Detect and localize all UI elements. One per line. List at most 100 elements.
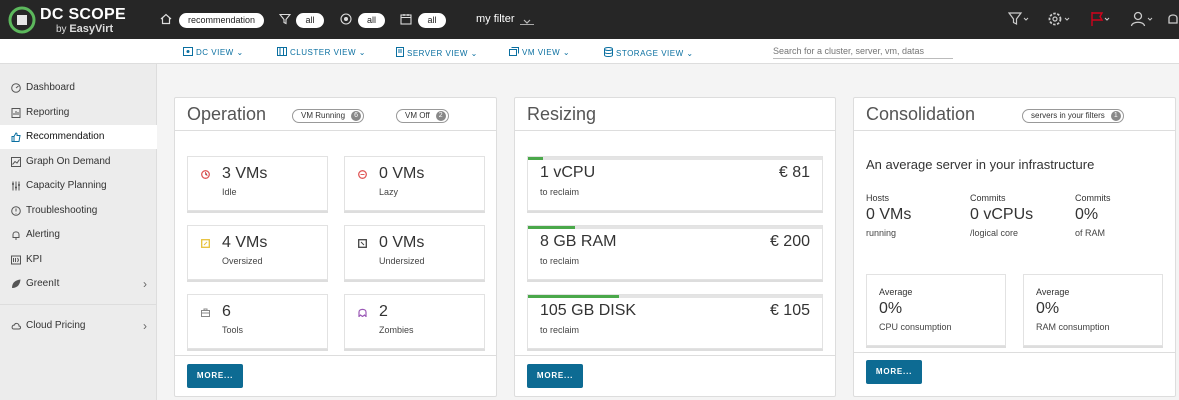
chevron-down-icon: ⌄ bbox=[470, 49, 478, 58]
reporting-icon bbox=[11, 108, 21, 118]
card-footer-divider bbox=[854, 352, 1175, 353]
home-icon[interactable] bbox=[160, 13, 172, 25]
sidebar-item-recommendation[interactable]: Recommendation bbox=[0, 125, 157, 149]
bell-icon[interactable] bbox=[1166, 11, 1179, 27]
progress-track bbox=[528, 226, 822, 229]
filter-pill-1[interactable]: all bbox=[296, 13, 324, 28]
avg-label: Average bbox=[879, 287, 913, 297]
chevron-down-icon: ⌄ bbox=[358, 48, 366, 57]
progress-track bbox=[528, 295, 822, 298]
sidebar-item-graph-on-demand[interactable]: Graph On Demand bbox=[0, 150, 157, 174]
toolbox-icon bbox=[201, 308, 210, 317]
vcpu-commits-sub: /logical core bbox=[970, 228, 1019, 238]
oversized-vms-tile[interactable]: 4 VMs Oversized bbox=[187, 225, 328, 280]
reclaim-value: 105 GB DISK bbox=[540, 302, 637, 319]
sidebar-item-label: GreenIt bbox=[26, 278, 60, 289]
lazy-vms-tile[interactable]: 0 VMs Lazy bbox=[344, 156, 485, 211]
filter-pill-3[interactable]: all bbox=[418, 13, 446, 28]
nav-storage-view[interactable]: STORAGE VIEW ⌄ bbox=[604, 47, 694, 58]
sidebar-item-alerting[interactable]: Alerting bbox=[0, 223, 157, 247]
nav-server-view[interactable]: SERVER VIEW ⌄ bbox=[396, 47, 478, 58]
avg-label: Average bbox=[1036, 287, 1070, 297]
vm-off-badge[interactable]: VM Off 2 bbox=[396, 109, 449, 123]
vcpu-commits-value: 0 vCPUs bbox=[970, 206, 1034, 223]
undersized-vms-tile[interactable]: 0 VMs Undersized bbox=[344, 225, 485, 280]
sidebar-item-label: Troubleshooting bbox=[26, 205, 98, 216]
resizing-more-button[interactable]: MORE... bbox=[527, 364, 583, 388]
nav-dc-view[interactable]: DC VIEW ⌄ bbox=[183, 47, 244, 57]
reclaim-price: € 81 bbox=[778, 164, 810, 181]
avg-ram-tile: Average 0% RAM consumption bbox=[1023, 274, 1163, 346]
calendar-icon[interactable] bbox=[400, 13, 412, 25]
leaf-icon bbox=[12, 279, 21, 288]
filter-pill-2[interactable]: all bbox=[358, 13, 385, 28]
tile-label: Oversized bbox=[222, 256, 263, 266]
secondary-nav: DC VIEW ⌄ CLUSTER VIEW ⌄ SERVER VIEW ⌄ V… bbox=[0, 39, 1179, 64]
sidebar-item-cloud-pricing[interactable]: Cloud Pricing › bbox=[0, 314, 157, 338]
nav-vm-view[interactable]: VM VIEW ⌄ bbox=[509, 47, 570, 57]
logo[interactable]: DC SCOPE by EasyVirt bbox=[8, 4, 148, 36]
zombies-tile[interactable]: 2 Zombies bbox=[344, 294, 485, 349]
ram-reclaim-tile[interactable]: 8 GB RAM € 200 to reclaim bbox=[527, 225, 823, 280]
operation-more-button[interactable]: MORE... bbox=[187, 364, 243, 388]
sidebar-item-label: Capacity Planning bbox=[26, 180, 107, 191]
my-filter-dropdown[interactable] bbox=[520, 13, 534, 25]
hosts-sub: running bbox=[866, 228, 897, 238]
user-icon[interactable] bbox=[1130, 11, 1156, 27]
flag-icon[interactable] bbox=[1089, 11, 1113, 27]
avg-cpu-tile: Average 0% CPU consumption bbox=[866, 274, 1006, 346]
card-divider bbox=[515, 130, 835, 131]
chevron-right-icon: › bbox=[143, 277, 147, 291]
sidebar-item-reporting[interactable]: Reporting bbox=[0, 101, 157, 125]
hosts-value: 0 VMs bbox=[866, 206, 912, 223]
progress-fill bbox=[528, 157, 543, 160]
tile-value: 6 bbox=[222, 303, 231, 320]
filter-menu-icon[interactable] bbox=[1008, 11, 1030, 27]
card-divider bbox=[175, 130, 496, 131]
sliders-icon bbox=[12, 181, 20, 191]
dashboard-icon bbox=[11, 83, 21, 93]
vcpu-commits-label: Commits bbox=[970, 193, 1006, 203]
my-filter-label[interactable]: my filter bbox=[476, 13, 515, 25]
reclaim-value: 8 GB RAM bbox=[540, 233, 617, 250]
servers-in-filters-badge[interactable]: servers in your filters 1 bbox=[1022, 109, 1124, 123]
consolidation-intro: An average server in your infrastructure bbox=[866, 157, 1095, 172]
funnel-icon[interactable] bbox=[279, 13, 291, 25]
search-input[interactable] bbox=[773, 43, 953, 59]
sidebar-item-label: Cloud Pricing bbox=[26, 320, 86, 331]
storage-view-icon bbox=[604, 47, 613, 57]
settings-icon[interactable] bbox=[1047, 11, 1073, 27]
undersized-icon bbox=[358, 239, 367, 248]
idle-vms-tile[interactable]: 3 VMs Idle bbox=[187, 156, 328, 211]
reclaim-label: to reclaim bbox=[540, 256, 580, 266]
tile-label: Lazy bbox=[379, 187, 399, 197]
sidebar-item-troubleshooting[interactable]: Troubleshooting bbox=[0, 199, 157, 223]
nav-cluster-view[interactable]: CLUSTER VIEW ⌄ bbox=[277, 47, 366, 57]
brand-title: DC SCOPE bbox=[40, 6, 126, 23]
vm-running-badge[interactable]: VM Running 6 bbox=[292, 109, 365, 123]
ram-commits-sub: of RAM bbox=[1075, 228, 1106, 238]
target-icon[interactable] bbox=[340, 13, 352, 25]
chevron-right-icon: › bbox=[143, 319, 147, 333]
reclaim-value: 1 vCPU bbox=[540, 164, 596, 181]
tools-tile[interactable]: 6 Tools bbox=[187, 294, 328, 349]
sidebar-item-greenit[interactable]: GreenIt › bbox=[0, 272, 157, 296]
chevron-down-icon: ⌄ bbox=[562, 48, 571, 57]
thumbs-up-icon bbox=[11, 132, 21, 142]
sidebar-item-dashboard[interactable]: Dashboard bbox=[0, 76, 157, 100]
sidebar-item-kpi[interactable]: KPI bbox=[0, 248, 157, 272]
consolidation-more-button[interactable]: MORE... bbox=[866, 360, 922, 384]
card-footer-divider bbox=[515, 355, 835, 356]
disk-reclaim-tile[interactable]: 105 GB DISK € 105 to reclaim bbox=[527, 294, 823, 349]
breadcrumb-pill[interactable]: recommendation bbox=[179, 13, 264, 28]
troubleshooting-icon bbox=[11, 206, 21, 216]
kpi-icon bbox=[11, 255, 21, 265]
servers-badge-label: servers in your filters bbox=[1031, 111, 1105, 120]
progress-track bbox=[528, 157, 822, 160]
progress-fill bbox=[528, 295, 620, 298]
tile-value: 0 VMs bbox=[379, 165, 425, 182]
sidebar-item-capacity-planning[interactable]: Capacity Planning bbox=[0, 174, 157, 198]
tile-value: 0 VMs bbox=[379, 234, 425, 251]
vcpu-reclaim-tile[interactable]: 1 vCPU € 81 to reclaim bbox=[527, 156, 823, 211]
reclaim-label: to reclaim bbox=[540, 325, 580, 335]
